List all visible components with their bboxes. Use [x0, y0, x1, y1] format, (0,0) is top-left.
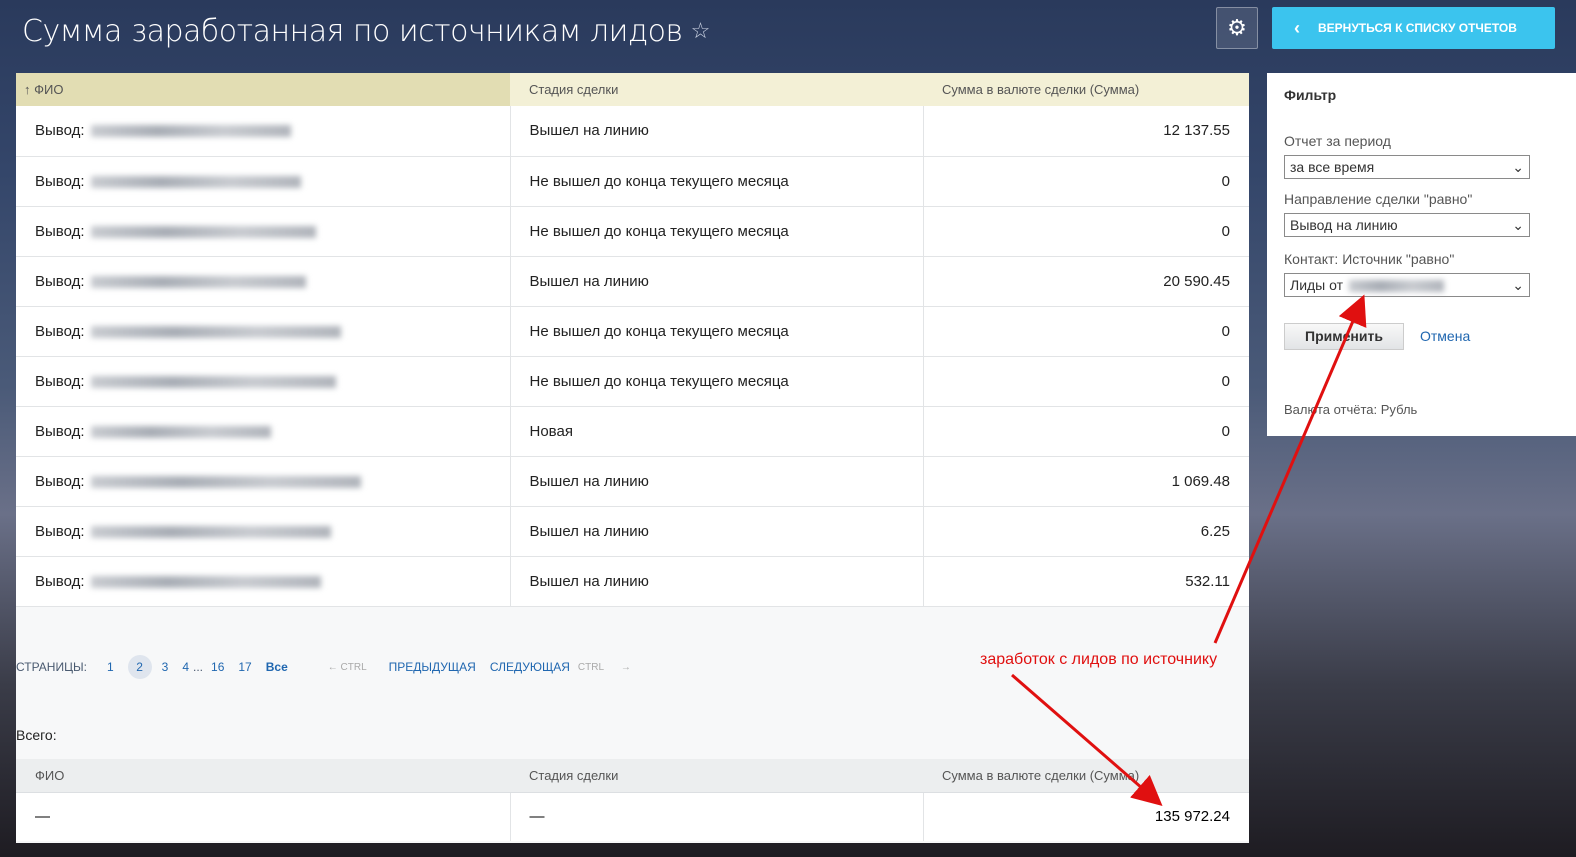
- annotation-text: заработок с лидов по источнику: [980, 651, 1218, 668]
- annotation-arrows: [1011, 294, 1367, 806]
- arrow-to-total: [1011, 673, 1163, 806]
- arrow-to-source-filter: [1213, 294, 1367, 644]
